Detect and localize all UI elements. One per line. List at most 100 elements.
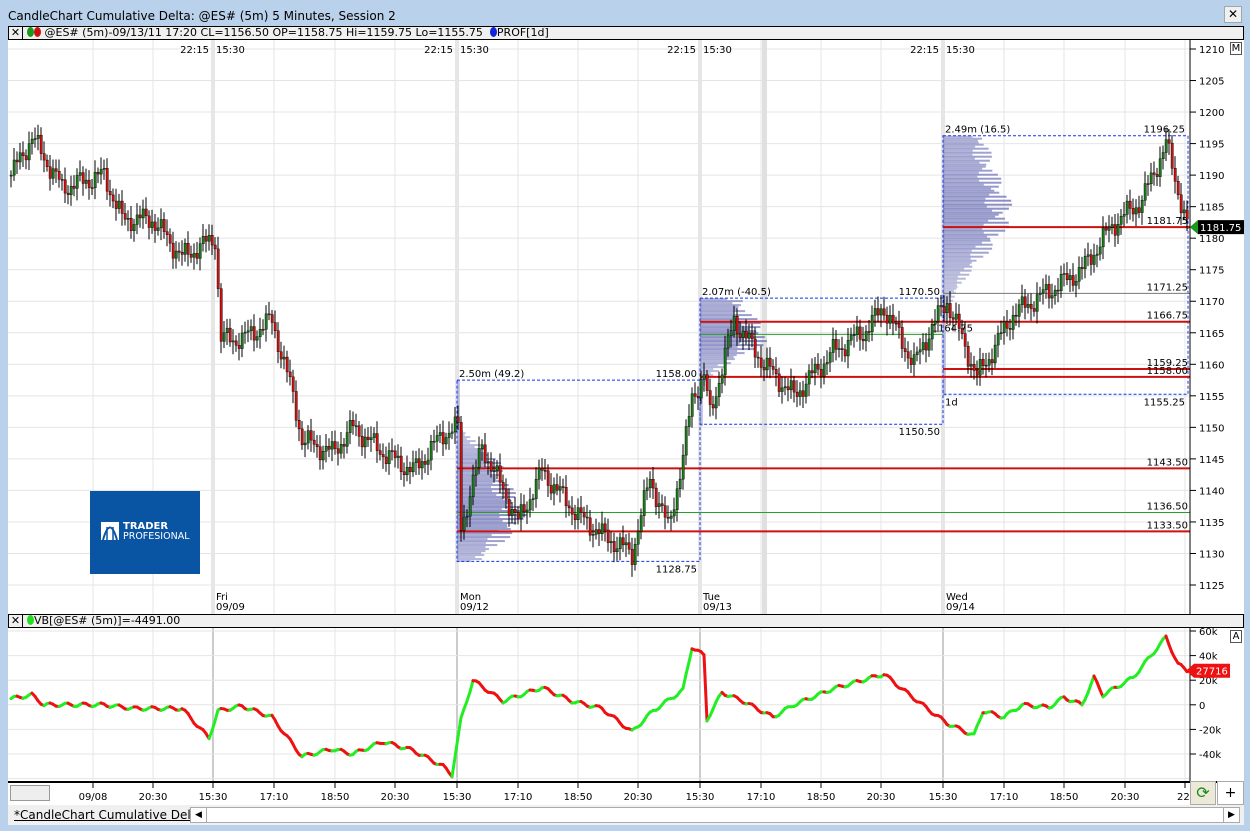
candle <box>1137 207 1141 213</box>
candle <box>576 507 580 521</box>
candle <box>774 369 778 375</box>
candle <box>345 432 349 447</box>
candle <box>834 339 838 350</box>
candle <box>258 328 262 337</box>
candle <box>903 348 907 352</box>
candle <box>516 512 520 519</box>
profile-bar <box>700 354 737 357</box>
profile-info[interactable]: PROF[1d] <box>497 26 549 39</box>
candle <box>795 391 799 397</box>
profile-bar <box>457 540 505 543</box>
candle <box>456 416 460 423</box>
candle <box>438 432 442 436</box>
candle <box>309 430 313 441</box>
auto-scale-button[interactable]: A <box>1230 630 1242 643</box>
candle <box>108 190 112 196</box>
profile-high-label: 1196.25 <box>1144 125 1185 136</box>
candle <box>453 416 457 433</box>
profile-bar <box>943 249 972 252</box>
scroll-left-icon[interactable]: ◀ <box>191 808 207 822</box>
time-tick-label: 15:30 <box>929 792 958 803</box>
candle <box>819 368 823 377</box>
horizontal-scrollbar[interactable]: ◀ ▶ <box>190 807 1240 823</box>
delta-chart[interactable]: 60k 40k 20k 0 -20k -40k 27716 <box>8 627 1244 781</box>
candle <box>1167 139 1171 144</box>
candle <box>804 383 808 397</box>
candle <box>90 187 94 189</box>
candle <box>288 371 292 378</box>
candle <box>150 221 154 228</box>
candle <box>888 315 892 324</box>
candle <box>981 359 985 366</box>
candle <box>1059 274 1063 291</box>
candle <box>882 308 886 316</box>
last-price-label: 1181.75 <box>1200 223 1241 234</box>
candle <box>753 338 757 358</box>
candle <box>846 340 850 357</box>
candle <box>1119 216 1123 225</box>
profile-bar <box>700 352 745 355</box>
profile-period-label: 1d <box>945 397 958 408</box>
add-pane-button[interactable]: + <box>1217 781 1244 805</box>
candle <box>243 331 247 334</box>
candle <box>609 541 613 543</box>
tab-candlechart[interactable]: *CandleChart Cumulative Delta <box>14 808 203 822</box>
candle <box>681 454 685 480</box>
candle <box>930 324 934 340</box>
candle <box>540 468 544 471</box>
candle <box>573 513 577 521</box>
candle <box>264 313 268 330</box>
candle <box>1164 139 1168 153</box>
time-tick-label: 20:30 <box>381 792 410 803</box>
candle <box>186 243 190 255</box>
delta-pane[interactable]: 60k 40k 20k 0 -20k -40k 27716 <box>8 627 1244 781</box>
candle <box>396 455 400 458</box>
candle <box>816 363 820 370</box>
profile-bar <box>943 137 983 140</box>
profile-bar <box>943 281 962 284</box>
profile-bar <box>700 346 738 349</box>
scale-mode-button[interactable]: M <box>1230 42 1242 55</box>
candle <box>975 370 979 376</box>
candle <box>720 374 724 384</box>
candle <box>1077 267 1081 282</box>
candle <box>459 422 463 531</box>
time-axis[interactable]: 09/08 20:30 15:30 17:10 18:50 20:30 15:30 17:10… <box>8 781 1244 805</box>
profile-bar <box>943 161 980 164</box>
candle <box>852 334 856 336</box>
candle <box>894 322 898 325</box>
candle <box>585 516 589 519</box>
close-window-button[interactable]: ✕ <box>1224 6 1242 23</box>
navigator-box[interactable] <box>10 785 50 801</box>
profile-bar <box>943 247 993 250</box>
close-pane-icon[interactable]: ✕ <box>9 615 23 627</box>
candle <box>1089 254 1093 265</box>
candle <box>297 420 301 430</box>
delta-segment <box>456 716 463 739</box>
delta-segment <box>468 679 475 694</box>
candle <box>144 208 148 217</box>
candle <box>75 175 79 189</box>
refresh-icon[interactable]: ⟳ <box>1190 781 1216 805</box>
close-pane-icon[interactable]: ✕ <box>9 27 23 39</box>
candle <box>813 363 817 374</box>
candle <box>348 420 352 433</box>
profile-low-label: 1150.50 <box>899 427 940 438</box>
price-tick-label: 1210 <box>1199 45 1224 56</box>
scroll-right-icon[interactable]: ▶ <box>1223 808 1239 822</box>
profile-bar <box>457 478 497 481</box>
profile-bar <box>700 310 746 313</box>
level-label: 1133.50 <box>1147 520 1188 531</box>
candle <box>219 288 223 342</box>
candle <box>1143 183 1147 201</box>
candle <box>534 478 538 499</box>
delta-tick-label: 20k <box>1199 676 1218 687</box>
candle <box>1056 289 1060 292</box>
profile-bar <box>943 229 1006 232</box>
session-separator <box>211 40 215 614</box>
session-time-label: 22:15 <box>667 45 696 56</box>
candle <box>450 431 454 434</box>
profile-bar <box>943 263 970 266</box>
candle <box>612 541 616 553</box>
time-tick-label: 17:10 <box>504 792 533 803</box>
